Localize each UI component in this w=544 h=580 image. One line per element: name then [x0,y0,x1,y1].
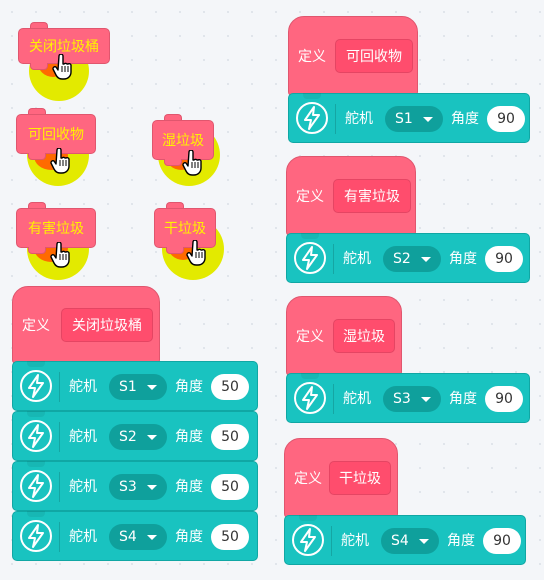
servo-port-dropdown[interactable]: S3 [383,386,441,412]
angle-input[interactable]: 90 [487,106,525,132]
caret-down-icon [421,397,431,402]
servo-label: 舵机 [69,379,97,395]
caret-down-icon [421,257,431,262]
servo-port-dropdown[interactable]: S4 [381,528,439,554]
servo-block[interactable]: 舵机 S2 角度 90 [286,233,530,283]
servo-label: 舵机 [69,479,97,495]
lightning-bolt-icon [294,242,326,274]
servo-label: 舵机 [341,533,369,549]
angle-label: 角度 [451,111,479,127]
angle-input[interactable]: 90 [485,246,523,272]
servo-block[interactable]: 舵机 S4 角度 90 [284,515,526,565]
define-keyword: 定义 [296,189,324,205]
servo-label: 舵机 [69,529,97,545]
servo-block[interactable]: 舵机 S3 角度 50 [12,461,258,511]
lightning-bolt-icon [20,420,52,452]
servo-block[interactable]: 舵机 S1 角度 90 [288,93,530,143]
servo-port-dropdown[interactable]: S1 [109,374,167,400]
angle-label: 角度 [175,529,203,545]
servo-port-value: S3 [393,391,411,407]
lightning-bolt-icon [20,370,52,402]
servo-block[interactable]: 舵机 S3 角度 90 [286,373,530,423]
caret-down-icon [147,485,157,490]
define-keyword: 定义 [294,471,322,487]
servo-port-value: S3 [119,479,137,495]
angle-input[interactable]: 50 [211,474,249,500]
define-block-hazardous[interactable]: 定义 有害垃圾 [286,156,416,242]
define-block-dry-waste[interactable]: 定义 干垃圾 [284,438,398,524]
define-block-recyclable[interactable]: 定义 可回收物 [288,16,418,102]
servo-block[interactable]: 舵机 S4 角度 50 [12,511,258,561]
servo-label: 舵机 [343,391,371,407]
lightning-bolt-icon [20,520,52,552]
define-block-close-bin[interactable]: 定义 关闭垃圾桶 [12,286,160,370]
hand-pointer-icon [182,150,202,176]
define-prototype[interactable]: 有害垃圾 [333,179,411,213]
hand-pointer-icon [50,148,70,174]
servo-port-dropdown[interactable]: S4 [109,524,167,550]
define-prototype[interactable]: 可回收物 [335,39,413,73]
angle-label: 角度 [175,479,203,495]
angle-label: 角度 [175,429,203,445]
servo-port-value: S4 [391,533,409,549]
servo-label: 舵机 [345,111,373,127]
lightning-bolt-icon [294,382,326,414]
servo-block[interactable]: 舵机 S1 角度 50 [12,361,258,411]
servo-port-value: S1 [395,111,413,127]
servo-port-value: S4 [119,529,137,545]
define-prototype[interactable]: 湿垃圾 [333,319,395,353]
servo-port-dropdown[interactable]: S1 [385,106,443,132]
caret-down-icon [147,435,157,440]
caret-down-icon [147,385,157,390]
angle-input[interactable]: 50 [211,374,249,400]
lightning-bolt-icon [292,524,324,556]
define-block-wet-waste[interactable]: 定义 湿垃圾 [286,296,402,382]
caret-down-icon [419,539,429,544]
servo-label: 舵机 [69,429,97,445]
angle-input[interactable]: 50 [211,524,249,550]
define-prototype[interactable]: 干垃圾 [329,461,391,495]
hand-pointer-icon [52,54,72,80]
angle-input[interactable]: 50 [211,424,249,450]
caret-down-icon [147,535,157,540]
angle-label: 角度 [449,251,477,267]
define-keyword: 定义 [296,329,324,345]
define-keyword: 定义 [22,318,50,334]
angle-label: 角度 [449,391,477,407]
servo-port-value: S1 [119,379,137,395]
angle-label: 角度 [447,533,475,549]
servo-port-value: S2 [119,429,137,445]
servo-block[interactable]: 舵机 S2 角度 50 [12,411,258,461]
define-prototype[interactable]: 关闭垃圾桶 [61,308,153,342]
define-keyword: 定义 [298,49,326,65]
servo-port-dropdown[interactable]: S3 [109,474,167,500]
angle-label: 角度 [175,379,203,395]
hand-pointer-icon [186,240,206,266]
lightning-bolt-icon [20,470,52,502]
hand-pointer-icon [50,242,70,268]
servo-label: 舵机 [343,251,371,267]
servo-port-value: S2 [393,251,411,267]
angle-input[interactable]: 90 [483,528,521,554]
servo-port-dropdown[interactable]: S2 [109,424,167,450]
caret-down-icon [423,117,433,122]
lightning-bolt-icon [296,102,328,134]
servo-port-dropdown[interactable]: S2 [383,246,441,272]
angle-input[interactable]: 90 [485,386,523,412]
